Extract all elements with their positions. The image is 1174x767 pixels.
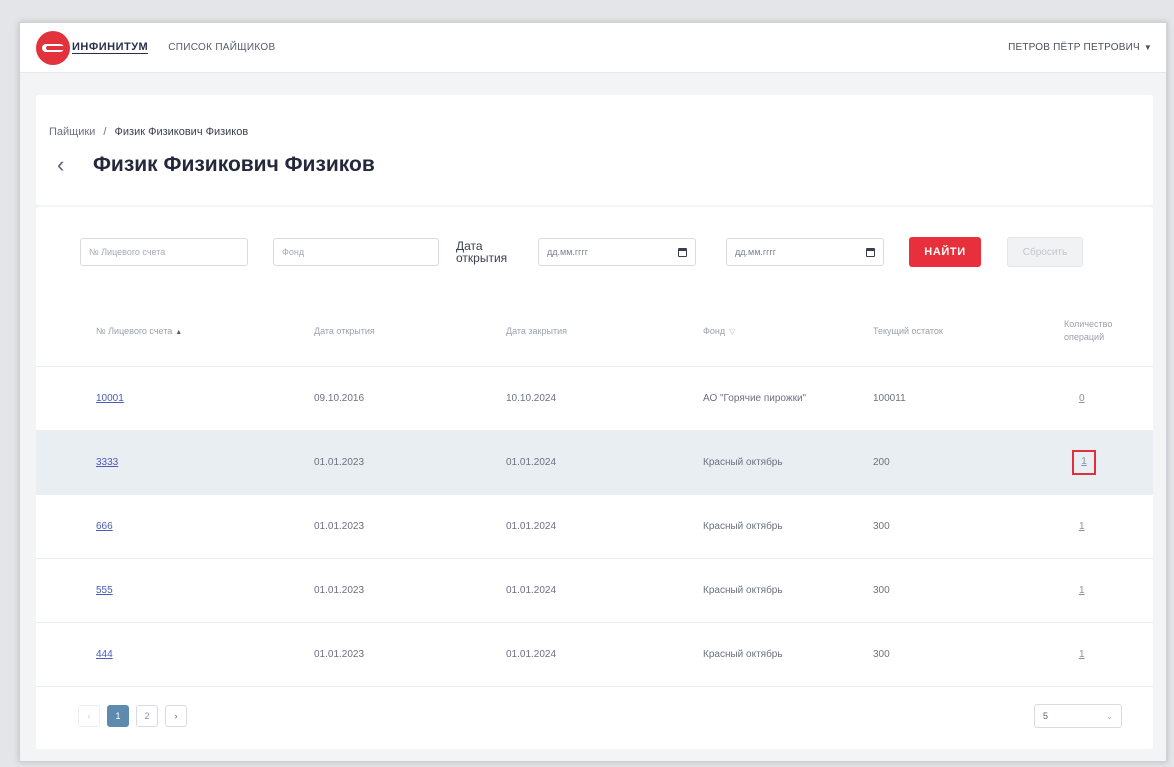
prev-page-button[interactable]: ‹ xyxy=(78,705,100,727)
cell-fund: Красный октябрь xyxy=(703,521,783,532)
page-title: Физик Физикович Физиков xyxy=(93,153,375,176)
cell-opened: 09.10.2016 xyxy=(314,393,365,404)
cell-closed: 01.01.2024 xyxy=(506,457,557,468)
column-header-closed[interactable]: Дата закрытия xyxy=(487,326,683,336)
account-link[interactable]: 10001 xyxy=(96,393,124,404)
logo-text: ИНФИНИТУМ xyxy=(72,41,149,54)
column-header-account[interactable]: № Лицевого счета ▲ xyxy=(36,326,292,336)
operations-link[interactable]: 0 xyxy=(1079,393,1085,404)
breadcrumb-root[interactable]: Пайщики xyxy=(49,126,95,138)
table-row: 444 01.01.2023 01.01.2024 Красный октябр… xyxy=(36,623,1153,687)
account-link[interactable]: 555 xyxy=(96,585,113,596)
cell-opened: 01.01.2023 xyxy=(314,521,365,532)
caret-down-icon: ▼ xyxy=(1143,43,1152,52)
cell-fund: Красный октябрь xyxy=(703,649,783,660)
calendar-icon[interactable] xyxy=(866,247,875,257)
operations-link[interactable]: 1 xyxy=(1081,456,1087,467)
column-header-operations[interactable]: Количество операций xyxy=(1064,318,1153,344)
user-menu[interactable]: ПЕТРОВ ПЁТР ПЕТРОВИЧ ▼ xyxy=(1008,42,1152,53)
app-window: ИНФИНИТУМ СПИСОК ПАЙЩИКОВ ПЕТРОВ ПЁТР ПЕ… xyxy=(19,22,1167,762)
breadcrumb: Пайщики / Физик Физикович Физиков xyxy=(49,126,248,138)
cell-opened: 01.01.2023 xyxy=(314,585,365,596)
table-header: № Лицевого счета ▲ Дата открытия Дата зак… xyxy=(36,295,1153,367)
cell-closed: 10.10.2024 xyxy=(506,393,557,404)
highlight-box: 1 xyxy=(1072,450,1096,475)
page-size-value: 5 xyxy=(1043,711,1049,721)
page-size-select[interactable]: 5 ⌄ xyxy=(1034,704,1122,728)
cell-balance: 100011 xyxy=(873,393,906,404)
sort-up-icon[interactable]: ▲ xyxy=(175,329,182,336)
pagination: ‹ 1 2 › xyxy=(78,705,194,727)
operations-link[interactable]: 1 xyxy=(1079,585,1085,596)
table-row: 666 01.01.2023 01.01.2024 Красный октябр… xyxy=(36,495,1153,559)
date-open-label: Дата открытия xyxy=(456,239,508,265)
logo[interactable]: ИНФИНИТУМ xyxy=(36,30,149,65)
page-button-1[interactable]: 1 xyxy=(107,705,129,727)
page-button-2[interactable]: 2 xyxy=(136,705,158,727)
fund-input[interactable] xyxy=(273,238,439,266)
back-arrow-icon[interactable]: ‹ xyxy=(57,152,79,178)
column-header-fund[interactable]: Фонд ▽ xyxy=(683,326,864,336)
cell-fund: Красный октябрь xyxy=(703,457,783,468)
chevron-down-icon: ⌄ xyxy=(1106,711,1113,721)
table-row: 3333 01.01.2023 01.01.2024 Красный октяб… xyxy=(36,431,1153,495)
filter-row: Дата открытия дд.мм.гггг дд.мм.гггг НАЙТ… xyxy=(80,237,1083,267)
nav-link-shareholders[interactable]: СПИСОК ПАЙЩИКОВ xyxy=(168,42,275,53)
cell-closed: 01.01.2024 xyxy=(506,585,557,596)
date-from-input[interactable]: дд.мм.гггг xyxy=(538,238,696,266)
date-to-placeholder: дд.мм.гггг xyxy=(735,247,777,257)
account-number-input[interactable] xyxy=(80,238,248,266)
accounts-table: № Лицевого счета ▲ Дата открытия Дата зак… xyxy=(36,295,1153,687)
column-header-balance[interactable]: Текущий остаток xyxy=(864,326,1064,336)
date-from-placeholder: дд.мм.гггг xyxy=(547,247,589,257)
breadcrumb-current: Физик Физикович Физиков xyxy=(114,126,249,138)
table-row: 555 01.01.2023 01.01.2024 Красный октябр… xyxy=(36,559,1153,623)
page-header-card: Пайщики / Физик Физикович Физиков ‹ Физи… xyxy=(36,95,1153,205)
content-card: Дата открытия дд.мм.гггг дд.мм.гггг НАЙТ… xyxy=(36,207,1153,749)
date-to-input[interactable]: дд.мм.гггг xyxy=(726,238,884,266)
account-link[interactable]: 444 xyxy=(96,649,113,660)
cell-balance: 300 xyxy=(873,521,890,532)
title-row: ‹ Физик Физикович Физиков xyxy=(57,152,375,178)
filter-icon[interactable]: ▽ xyxy=(729,327,735,336)
table-row: 10001 09.10.2016 10.10.2024 АО "Горячие … xyxy=(36,367,1153,431)
cell-fund: АО "Горячие пирожки" xyxy=(703,393,807,404)
operations-link[interactable]: 1 xyxy=(1079,521,1085,532)
column-header-opened[interactable]: Дата открытия xyxy=(292,326,487,336)
breadcrumb-separator: / xyxy=(103,126,107,138)
cell-closed: 01.01.2024 xyxy=(506,521,557,532)
cell-closed: 01.01.2024 xyxy=(506,649,557,660)
cell-balance: 200 xyxy=(873,457,890,468)
account-link[interactable]: 3333 xyxy=(96,457,118,468)
cell-opened: 01.01.2023 xyxy=(314,457,365,468)
operations-link[interactable]: 1 xyxy=(1079,649,1085,660)
cell-fund: Красный октябрь xyxy=(703,585,783,596)
find-button[interactable]: НАЙТИ xyxy=(909,237,981,267)
account-link[interactable]: 666 xyxy=(96,521,113,532)
next-page-button[interactable]: › xyxy=(165,705,187,727)
logo-icon xyxy=(36,30,70,65)
cell-balance: 300 xyxy=(873,585,890,596)
cell-opened: 01.01.2023 xyxy=(314,649,365,660)
top-bar: ИНФИНИТУМ СПИСОК ПАЙЩИКОВ ПЕТРОВ ПЁТР ПЕ… xyxy=(20,23,1166,73)
calendar-icon[interactable] xyxy=(678,247,687,257)
reset-button[interactable]: Сбросить xyxy=(1007,237,1083,267)
user-name: ПЕТРОВ ПЁТР ПЕТРОВИЧ xyxy=(1008,42,1140,53)
cell-balance: 300 xyxy=(873,649,890,660)
